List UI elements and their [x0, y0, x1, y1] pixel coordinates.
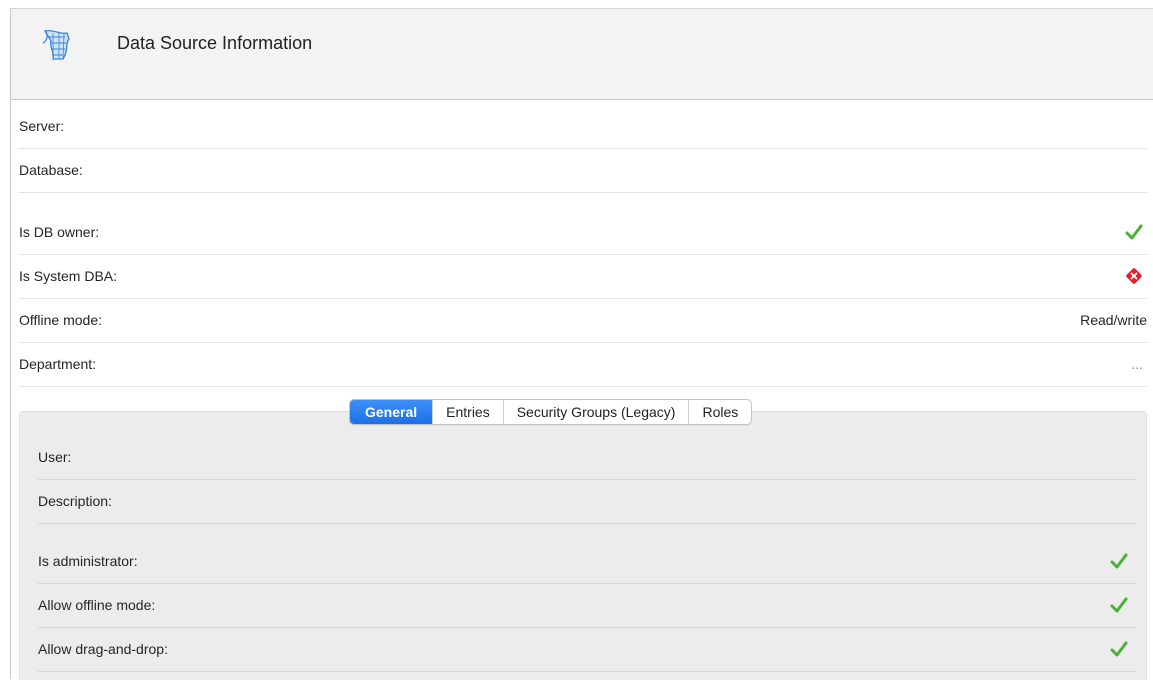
db-owner-row: Is DB owner:	[19, 211, 1147, 255]
is-administrator-row: Is administrator:	[38, 540, 1136, 584]
checkmark-icon	[1110, 552, 1128, 570]
offline-mode-value: Read/write	[1080, 312, 1147, 328]
allow-offline-mode-row: Allow offline mode:	[38, 584, 1136, 628]
tab-bar: General Entries Security Groups (Legacy)…	[349, 399, 753, 425]
department-value[interactable]: ...	[1131, 356, 1143, 372]
server-label: Server:	[19, 118, 65, 134]
system-dba-label: Is System DBA:	[19, 268, 118, 284]
description-row: Description:	[38, 480, 1136, 524]
tab-entries[interactable]: Entries	[432, 400, 503, 424]
data-source-window: Data Source Information Server: Database…	[10, 8, 1153, 680]
tab-roles[interactable]: Roles	[688, 400, 751, 424]
allow-offline-mode-label: Allow offline mode:	[38, 597, 156, 613]
allow-drag-and-drop-label: Allow drag-and-drop:	[38, 641, 168, 657]
offline-mode-label: Offline mode:	[19, 312, 103, 328]
user-row: User:	[38, 436, 1136, 480]
tab-security-groups-legacy[interactable]: Security Groups (Legacy)	[502, 400, 689, 424]
department-label: Department:	[19, 356, 97, 372]
page-title: Data Source Information	[117, 33, 313, 53]
allow-drag-and-drop-row: Allow drag-and-drop:	[38, 628, 1136, 672]
database-row: Database:	[19, 149, 1147, 193]
error-icon	[1125, 267, 1143, 285]
user-label: User:	[38, 449, 72, 465]
tab-panel: User: Description: Is administrator: All…	[19, 411, 1147, 680]
tab-general[interactable]: General	[350, 400, 433, 424]
checkmark-icon	[1125, 223, 1143, 241]
db-owner-label: Is DB owner:	[19, 224, 100, 240]
server-row: Server:	[19, 105, 1147, 149]
database-label: Database:	[19, 162, 83, 178]
department-row[interactable]: Department: ...	[19, 343, 1147, 387]
window-header: Data Source Information	[11, 9, 1153, 100]
description-label: Description:	[38, 493, 112, 509]
checkmark-icon	[1110, 596, 1128, 614]
is-administrator-label: Is administrator:	[38, 553, 138, 569]
offline-mode-row: Offline mode: Read/write	[19, 299, 1147, 343]
checkmark-icon	[1110, 640, 1128, 658]
sql-server-logo-icon	[39, 25, 79, 65]
system-dba-row: Is System DBA:	[19, 255, 1147, 299]
